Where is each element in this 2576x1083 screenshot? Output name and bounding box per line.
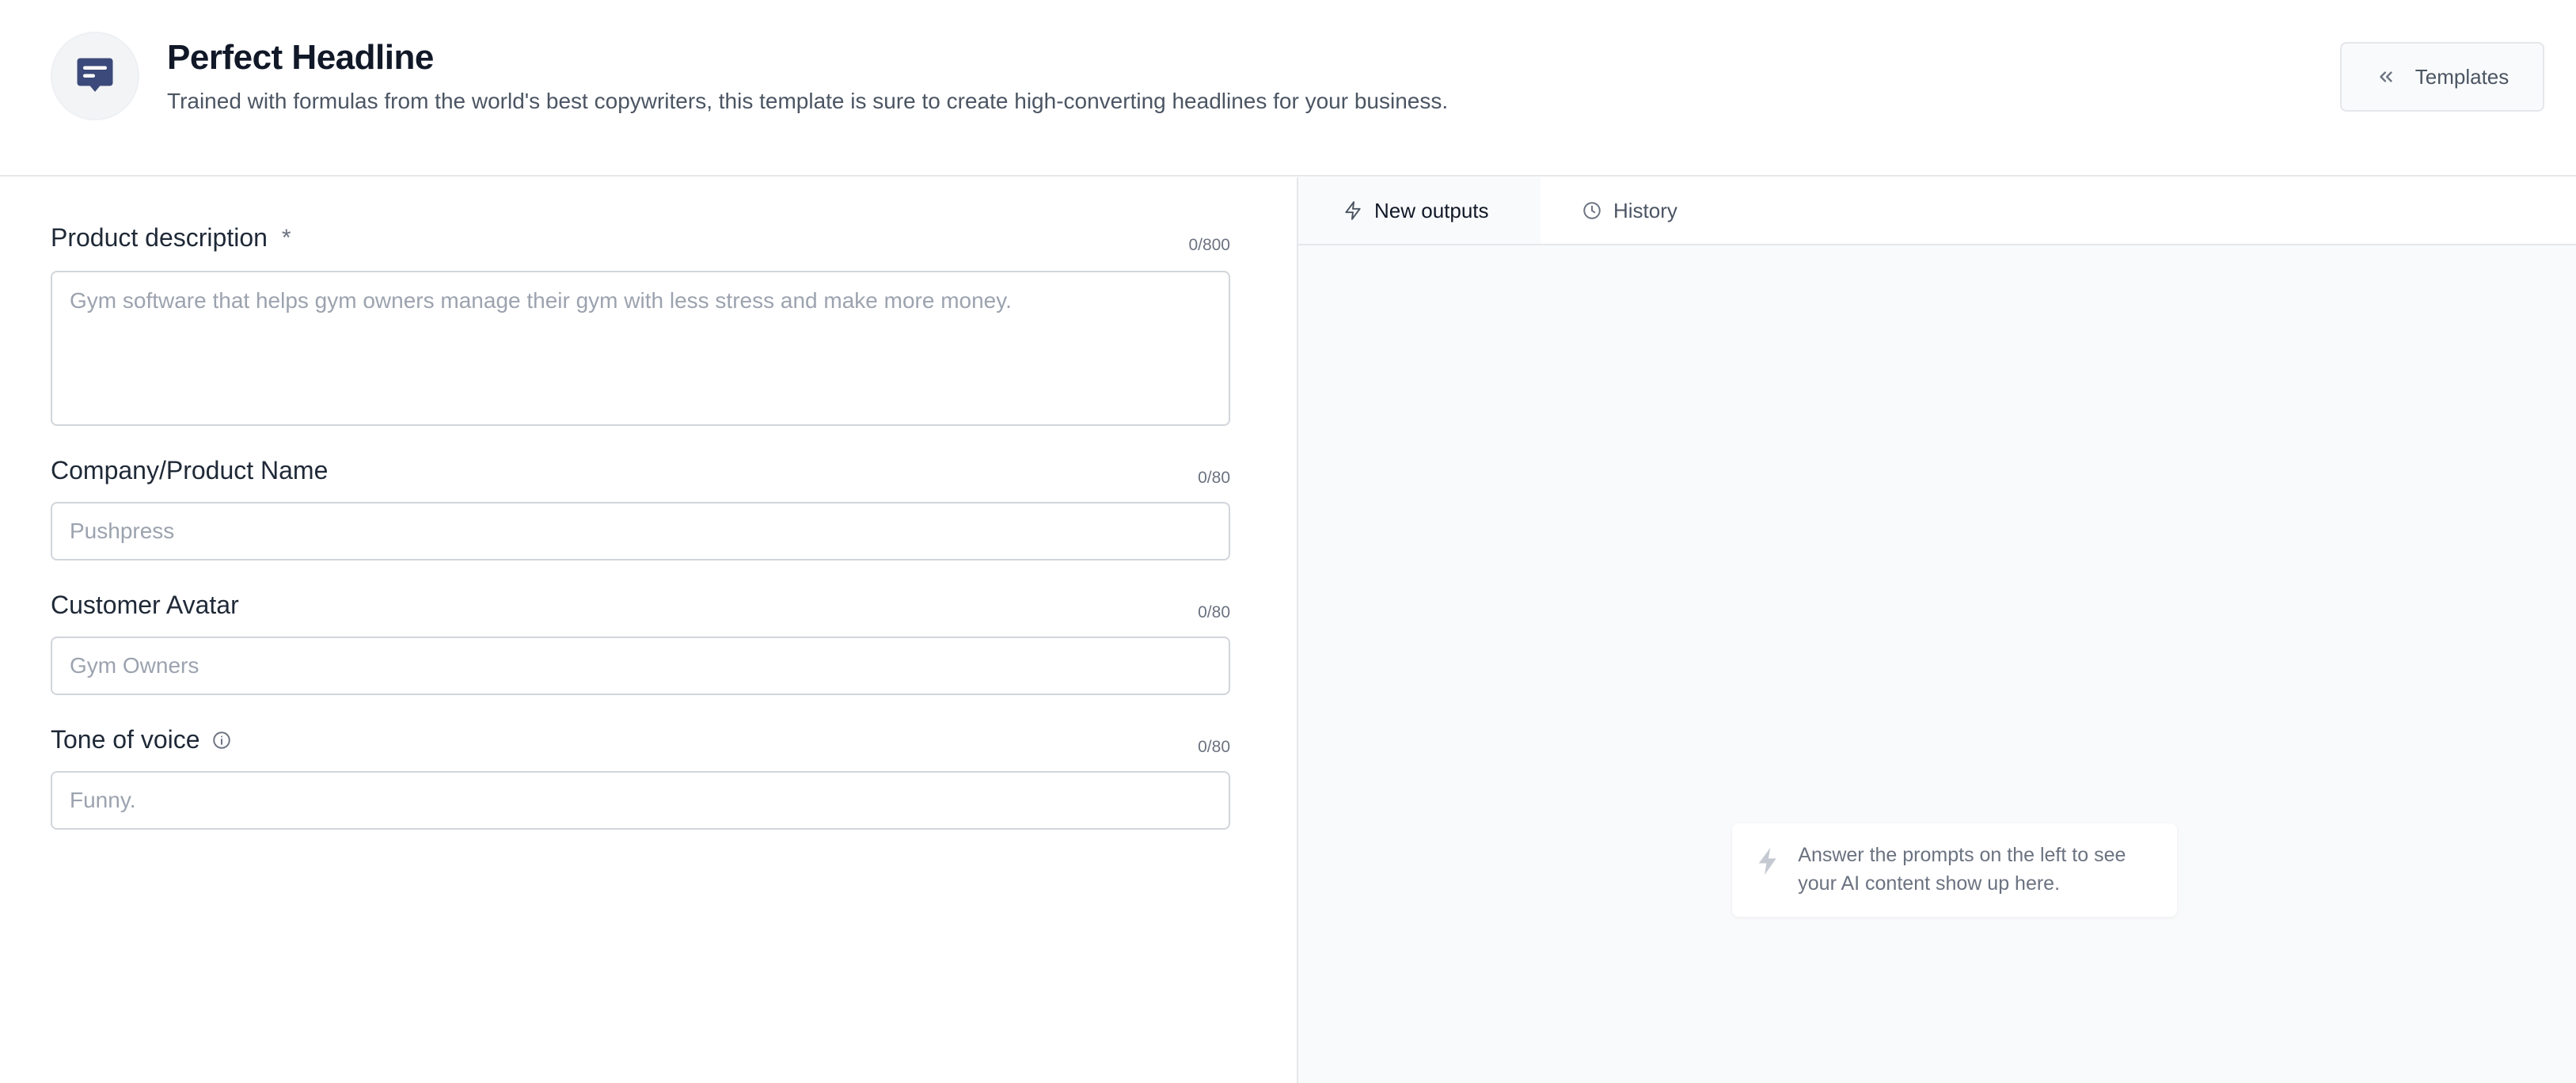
company-name-label: Company/Product Name	[51, 456, 328, 485]
product-description-textarea[interactable]: Gym software that helps gym owners manag…	[51, 271, 1230, 426]
customer-avatar-label: Customer Avatar	[51, 591, 239, 620]
chat-message-icon	[77, 58, 113, 92]
product-description-label: Product description *	[51, 223, 291, 253]
tab-history-label: History	[1613, 198, 1677, 222]
customer-avatar-label-text: Customer Avatar	[51, 591, 239, 619]
empty-state-message: Answer the prompts on the left to see yo…	[1798, 844, 2126, 895]
template-logo	[51, 32, 139, 120]
chevrons-left-icon	[2380, 71, 2392, 82]
tone-of-voice-label: Tone of voice	[51, 725, 232, 754]
empty-state-card: Answer the prompts on the left to see yo…	[1732, 823, 2177, 917]
bolt-icon	[1758, 847, 1776, 876]
customer-avatar-counter: 0/80	[1198, 603, 1230, 621]
output-tabs: New outputs History	[1298, 177, 2576, 245]
tab-new-outputs[interactable]: New outputs	[1298, 177, 1541, 244]
page-subtitle: Trained with formulas from the world's b…	[167, 89, 1449, 113]
templates-button[interactable]: Templates	[2340, 42, 2544, 112]
tone-of-voice-label-text: Tone of voice	[51, 725, 200, 754]
required-mark: *	[281, 224, 291, 251]
page-header: Perfect Headline Trained with formulas f…	[0, 0, 2576, 177]
tab-new-outputs-label: New outputs	[1374, 198, 1489, 222]
input-form-panel: Product description * 0/800 Gym software…	[0, 177, 1297, 1083]
info-icon[interactable]	[211, 730, 232, 750]
templates-button-label: Templates	[2415, 64, 2510, 89]
company-name-input[interactable]: Pushpress	[51, 502, 1230, 560]
company-name-label-text: Company/Product Name	[51, 456, 329, 484]
customer-avatar-input[interactable]: Gym Owners	[51, 636, 1230, 695]
company-name-counter: 0/80	[1198, 469, 1230, 487]
product-description-counter: 0/800	[1188, 236, 1230, 254]
bolt-icon	[1345, 201, 1361, 220]
tab-history[interactable]: History	[1582, 177, 1677, 244]
clock-icon	[1583, 202, 1601, 219]
tone-of-voice-counter: 0/80	[1198, 738, 1230, 756]
page-title: Perfect Headline	[167, 38, 434, 77]
product-description-label-text: Product description	[51, 223, 268, 252]
tone-of-voice-input[interactable]: Funny.	[51, 771, 1230, 830]
output-panel: New outputs History Answer the prompts o…	[1298, 177, 2576, 1083]
